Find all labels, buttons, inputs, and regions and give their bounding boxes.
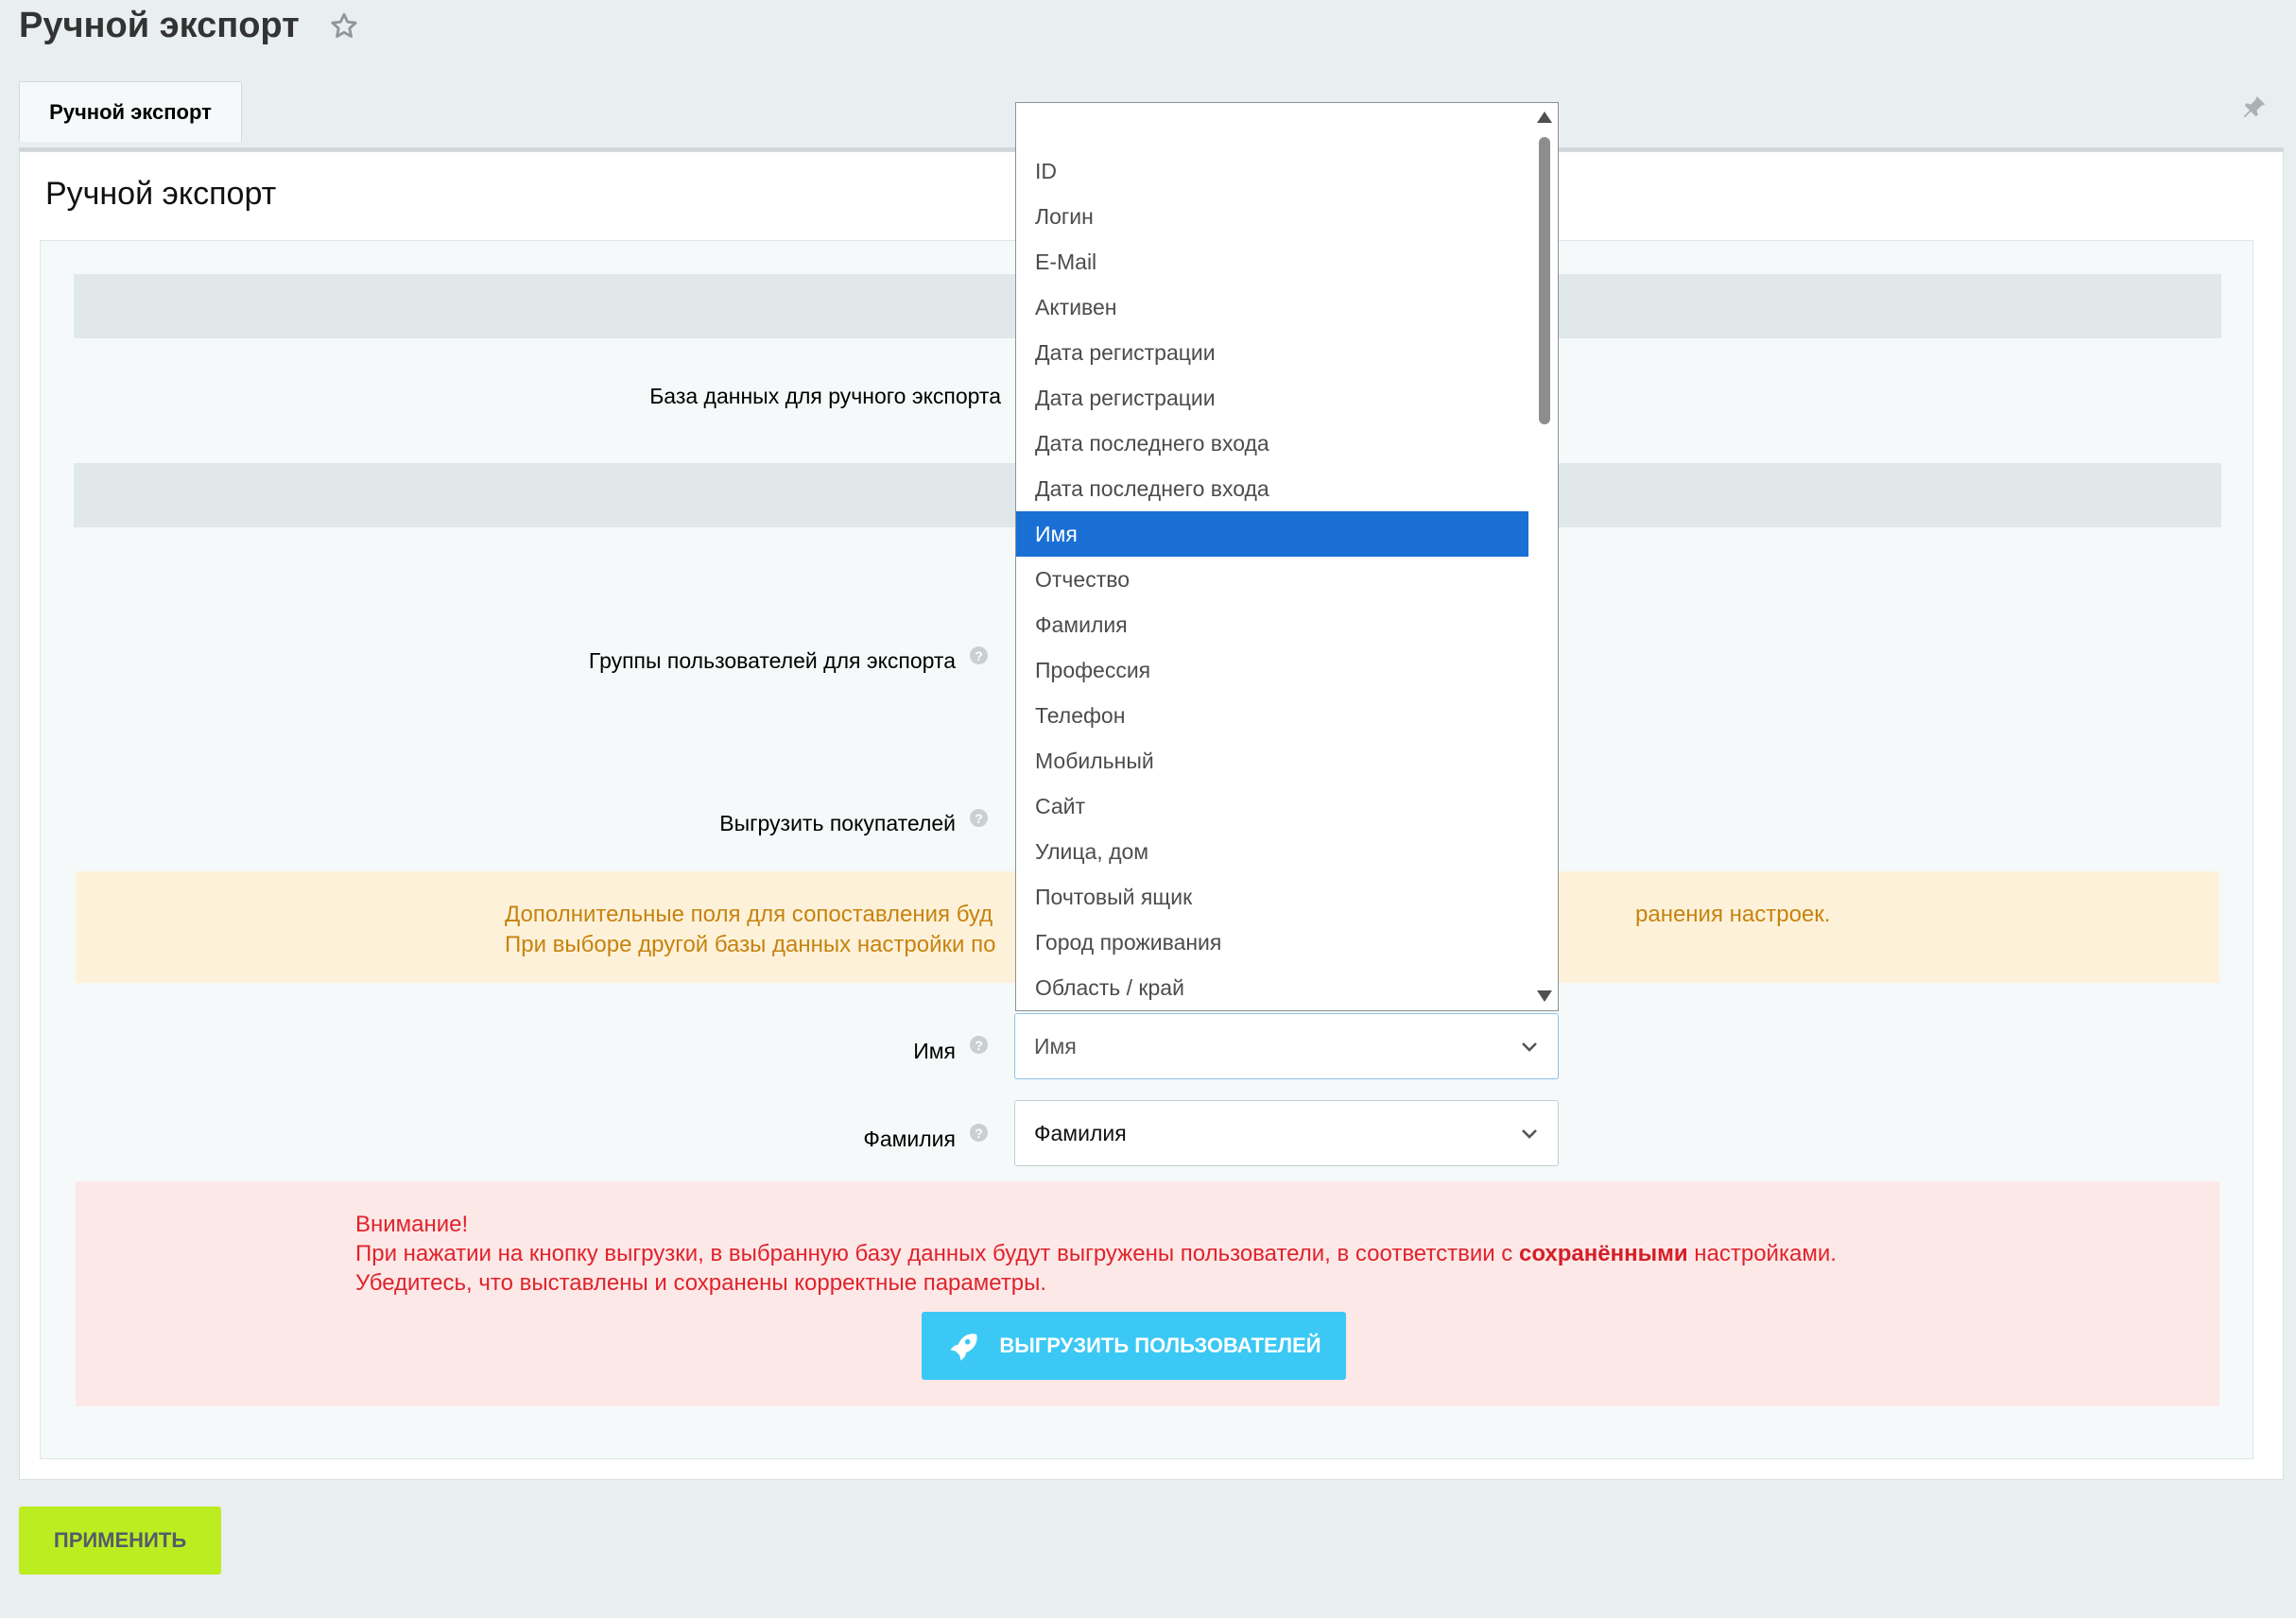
dropdown-option[interactable]: Дата последнего входа xyxy=(1016,421,1528,466)
dropdown-option[interactable]: Дата регистрации xyxy=(1016,375,1528,421)
dropdown-scrollbar[interactable] xyxy=(1529,103,1558,1010)
dropdown-option[interactable]: Улица, дом xyxy=(1016,829,1528,874)
rocket-icon xyxy=(950,1334,977,1361)
tab-manual-export[interactable]: Ручной экспорт xyxy=(19,81,242,142)
dropdown-option[interactable]: Область / край xyxy=(1016,965,1528,1010)
dropdown-option[interactable]: Логин xyxy=(1016,194,1528,239)
dropdown-option[interactable]: Дата регистрации xyxy=(1016,330,1528,375)
dropdown-option[interactable]: Мобильный xyxy=(1016,738,1528,783)
dropdown-option[interactable]: Телефон xyxy=(1016,693,1528,738)
alert-text: При нажатии на кнопку выгрузки, в выбран… xyxy=(355,1241,1519,1266)
alert-text-bold: сохранёнными xyxy=(1518,1241,1688,1266)
first-name-select-value: Имя xyxy=(1034,1033,1077,1059)
groups-label: Группы пользователей для экспорта xyxy=(588,648,956,673)
dropdown-option[interactable]: ID xyxy=(1016,148,1528,194)
apply-label: ПРИМЕНИТЬ xyxy=(53,1528,187,1552)
export-users-button[interactable]: ВЫГРУЗИТЬ ПОЛЬЗОВАТЕЛЕЙ xyxy=(922,1312,1346,1380)
dropdown-option[interactable]: Дата последнего входа xyxy=(1016,466,1528,511)
notice-text: Дополнительные поля для сопоставления бу… xyxy=(505,902,993,927)
dropdown-option[interactable]: Почтовый ящик xyxy=(1016,874,1528,920)
star-icon[interactable] xyxy=(328,10,360,43)
alert-text: настройками. xyxy=(1687,1241,1837,1266)
dropdown-options: ID Логин E-Mail Активен Дата регистрации Дата… xyxy=(1016,148,1528,1010)
page-title-text: Ручной экспорт xyxy=(19,6,300,45)
dropdown-option[interactable]: E-Mail xyxy=(1016,239,1528,284)
field-dropdown-list[interactable]: ID Логин E-Mail Активен Дата регистрации Дата… xyxy=(1015,102,1559,1011)
pin-icon[interactable] xyxy=(2240,93,2269,121)
first-name-label: Имя xyxy=(913,1039,956,1063)
chevron-down-icon xyxy=(1522,1129,1537,1139)
alert-title: Внимание! xyxy=(355,1212,469,1237)
last-name-select-value: Фамилия xyxy=(1034,1120,1127,1145)
page-title: Ручной экспорт xyxy=(19,6,360,46)
dropdown-option[interactable]: Имя xyxy=(1016,511,1528,557)
chevron-down-icon xyxy=(1522,1042,1537,1052)
notice-text-end: ранения настроек. xyxy=(1635,902,1831,927)
buyers-label: Выгрузить покупателей xyxy=(719,811,956,835)
database-label: База данных для ручного экспорта xyxy=(649,384,1001,408)
help-icon[interactable]: ? xyxy=(970,809,988,827)
help-icon[interactable]: ? xyxy=(970,646,988,664)
first-name-select[interactable]: Имя xyxy=(1014,1013,1559,1079)
dropdown-option[interactable]: Активен xyxy=(1016,284,1528,330)
last-name-label: Фамилия xyxy=(863,1127,956,1151)
apply-button[interactable]: ПРИМЕНИТЬ xyxy=(19,1506,221,1575)
scroll-down-icon[interactable] xyxy=(1536,990,1553,1003)
scroll-up-icon[interactable] xyxy=(1536,111,1553,124)
dropdown-option[interactable]: Профессия xyxy=(1016,647,1528,693)
export-users-label: ВЫГРУЗИТЬ ПОЛЬЗОВАТЕЛЕЙ xyxy=(999,1334,1321,1357)
dropdown-option[interactable]: Фамилия xyxy=(1016,602,1528,647)
tab-label: Ручной экспорт xyxy=(49,99,212,124)
alert-line-3: Убедитесь, что выставлены и сохранены ко… xyxy=(355,1270,1047,1296)
scrollbar-thumb[interactable] xyxy=(1539,137,1550,424)
help-icon[interactable]: ? xyxy=(970,1036,988,1054)
dropdown-option[interactable]: Город проживания xyxy=(1016,920,1528,965)
alert-line-2: При нажатии на кнопку выгрузки, в выбран… xyxy=(355,1239,2219,1268)
help-icon[interactable]: ? xyxy=(970,1124,988,1142)
last-name-select[interactable]: Фамилия xyxy=(1014,1100,1559,1166)
dropdown-option[interactable]: Сайт xyxy=(1016,783,1528,829)
section-title: Ручной экспорт xyxy=(45,176,277,212)
dropdown-option[interactable]: Отчество xyxy=(1016,557,1528,602)
